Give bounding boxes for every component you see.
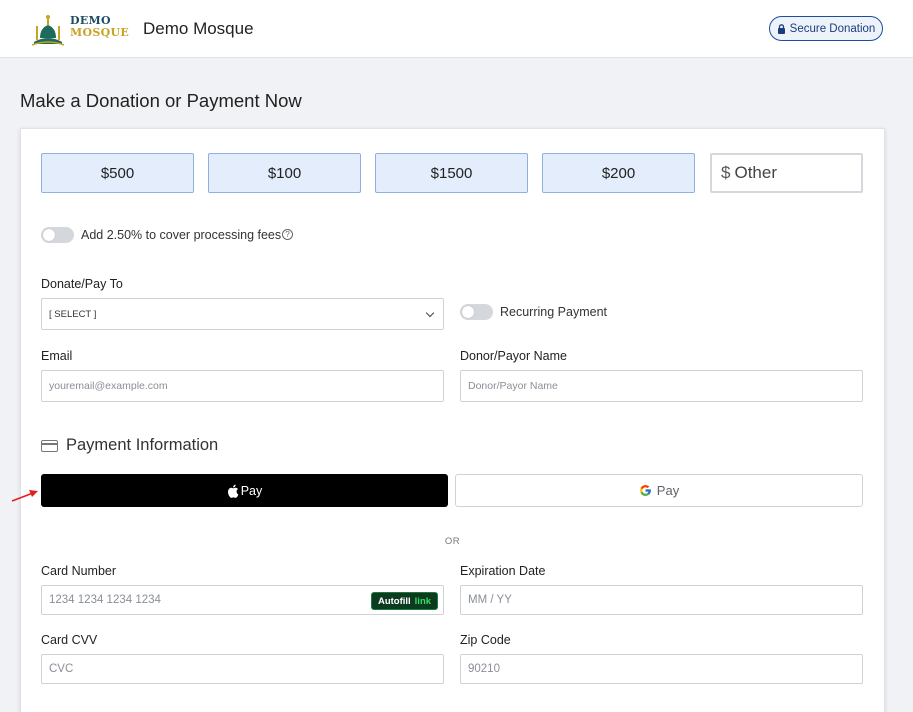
amount-button-100[interactable]: $100	[208, 153, 361, 193]
cvv-placeholder: CVC	[49, 663, 74, 675]
zip-code-label: Zip Code	[460, 633, 511, 647]
toggle-knob	[462, 306, 474, 318]
amount-button-200[interactable]: $200	[542, 153, 695, 193]
secure-donation-label: Secure Donation	[789, 22, 876, 35]
zip-code-field[interactable]: 90210	[460, 654, 863, 684]
other-amount-input[interactable]: $ Other	[710, 153, 863, 193]
toggle-knob	[43, 229, 55, 241]
recurring-payment-label: Recurring Payment	[500, 305, 607, 319]
link-brand-label: link	[414, 595, 432, 607]
donor-name-field[interactable]: Donor/Payor Name	[460, 370, 863, 402]
processing-fee-label: Add 2.50% to cover processing fees	[81, 228, 282, 242]
red-arrow-icon	[11, 490, 38, 502]
autofill-label: Autofill	[377, 595, 411, 607]
payment-information-title: Payment Information	[66, 436, 219, 454]
google-g-icon	[639, 485, 651, 496]
card-number-placeholder: 1234 1234 1234 1234	[49, 594, 161, 606]
cvv-label: Card CVV	[41, 633, 98, 647]
top-bar: DEMO MOSQUE Demo Mosque Secure Donation	[0, 0, 913, 58]
donor-name-placeholder: Donor/Payor Name	[468, 380, 558, 392]
donation-form-card: $500 $100 $1500 $200 $ Other Add 2.50% t…	[20, 128, 885, 712]
card-number-field[interactable]: 1234 1234 1234 1234 Autofill link	[41, 585, 444, 615]
lock-icon	[777, 23, 785, 34]
google-pay-label: Pay	[656, 483, 680, 498]
mosque-dome-icon	[31, 15, 65, 46]
expiration-label: Expiration Date	[460, 564, 546, 578]
email-placeholder: youremail@example.com	[49, 380, 168, 392]
google-pay-button[interactable]: Pay	[455, 474, 863, 507]
page-title: Make a Donation or Payment Now	[20, 90, 302, 111]
processing-fee-toggle[interactable]	[41, 227, 74, 243]
or-divider: OR	[444, 536, 461, 547]
recurring-payment-toggle[interactable]	[460, 304, 493, 320]
mosque-logo[interactable]: DEMO MOSQUE	[30, 10, 130, 48]
email-label: Email	[41, 349, 73, 363]
donate-to-label: Donate/Pay To	[41, 277, 123, 291]
apple-pay-button[interactable]: Pay	[41, 474, 448, 507]
amount-button-500[interactable]: $500	[41, 153, 194, 193]
cvv-field[interactable]: CVC	[41, 654, 444, 684]
email-field[interactable]: youremail@example.com	[41, 370, 444, 402]
donate-to-value: [ SELECT ]	[49, 308, 97, 320]
amount-button-1500[interactable]: $1500	[375, 153, 528, 193]
apple-pay-label: Pay	[240, 483, 263, 498]
donate-to-select[interactable]: [ SELECT ]	[41, 298, 444, 330]
secure-donation-button[interactable]: Secure Donation	[769, 16, 883, 41]
apple-icon	[227, 484, 239, 498]
org-name: Demo Mosque	[143, 19, 254, 38]
payment-information-heading: Payment Information	[41, 436, 218, 455]
chevron-down-icon	[425, 308, 435, 318]
donor-name-label: Donor/Payor Name	[460, 349, 567, 363]
expiration-field[interactable]: MM / YY	[460, 585, 863, 615]
question-icon[interactable]: ?	[282, 229, 293, 240]
autofill-link-button[interactable]: Autofill link	[371, 592, 438, 610]
card-number-label: Card Number	[41, 564, 117, 578]
zip-code-placeholder: 90210	[468, 663, 500, 675]
credit-card-icon	[41, 439, 58, 452]
logo-line-2: MOSQUE	[70, 26, 130, 39]
other-amount-placeholder: Other	[734, 163, 777, 182]
expiration-placeholder: MM / YY	[468, 594, 512, 606]
currency-symbol: $	[721, 163, 731, 182]
